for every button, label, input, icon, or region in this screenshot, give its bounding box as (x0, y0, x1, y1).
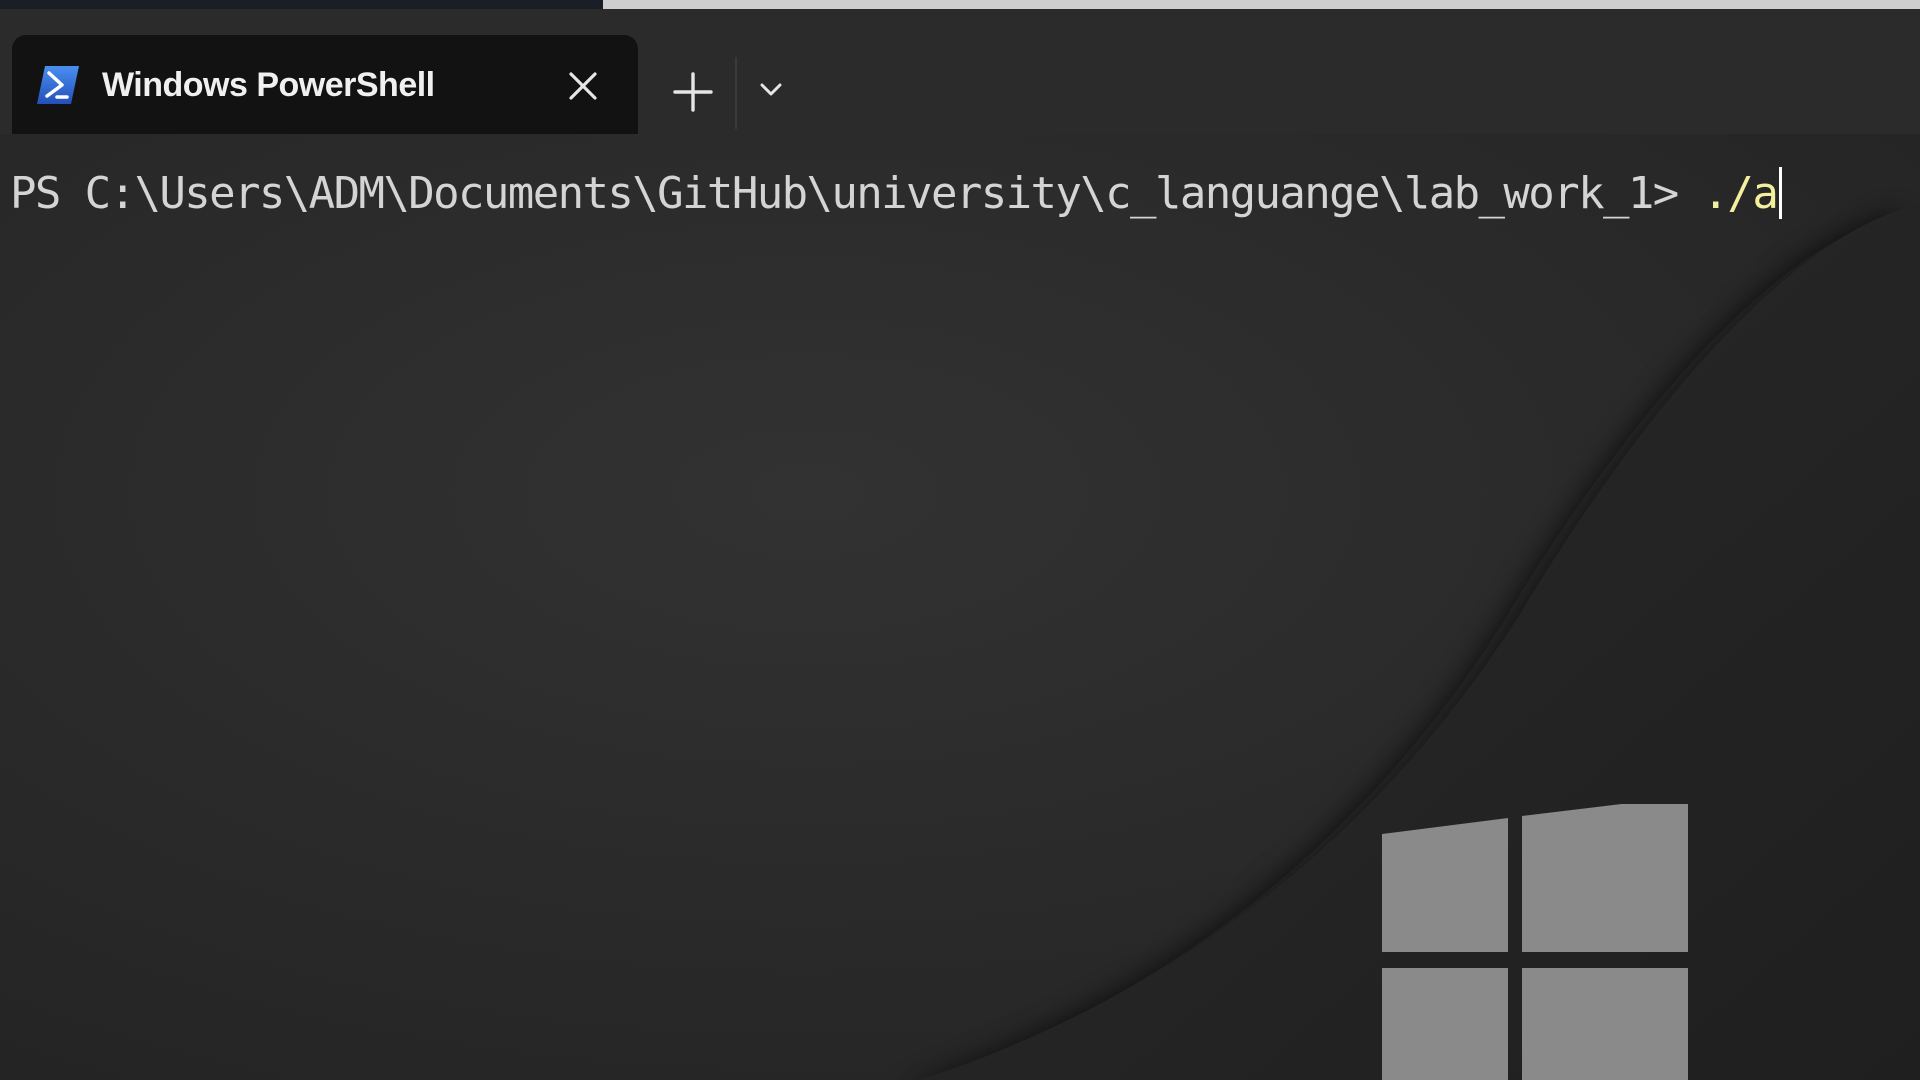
tab-windows-powershell[interactable]: Windows PowerShell (12, 35, 638, 134)
text-cursor (1779, 167, 1783, 219)
divider (735, 57, 737, 129)
close-icon[interactable] (560, 63, 606, 109)
tab-bar: Windows PowerShell (0, 9, 1920, 134)
prompt-line: PS C:\Users\ADM\Documents\GitHub\univers… (10, 164, 1783, 224)
powershell-icon (37, 66, 79, 104)
terminal-pane[interactable]: PS C:\Users\ADM\Documents\GitHub\univers… (0, 134, 1920, 1080)
prompt-text: PS C:\Users\ADM\Documents\GitHub\univers… (10, 168, 1703, 219)
windows-logo (1382, 804, 1688, 1080)
command-text: ./a (1702, 168, 1779, 219)
top-strip (0, 0, 1920, 9)
plus-icon[interactable] (666, 65, 720, 119)
chevron-down-icon[interactable] (750, 69, 792, 111)
progress-bar (603, 0, 1920, 9)
terminal-window: Windows PowerShell PS C:\Users\ADM\Docum… (0, 0, 1920, 1080)
tab-title: Windows PowerShell (102, 66, 435, 104)
